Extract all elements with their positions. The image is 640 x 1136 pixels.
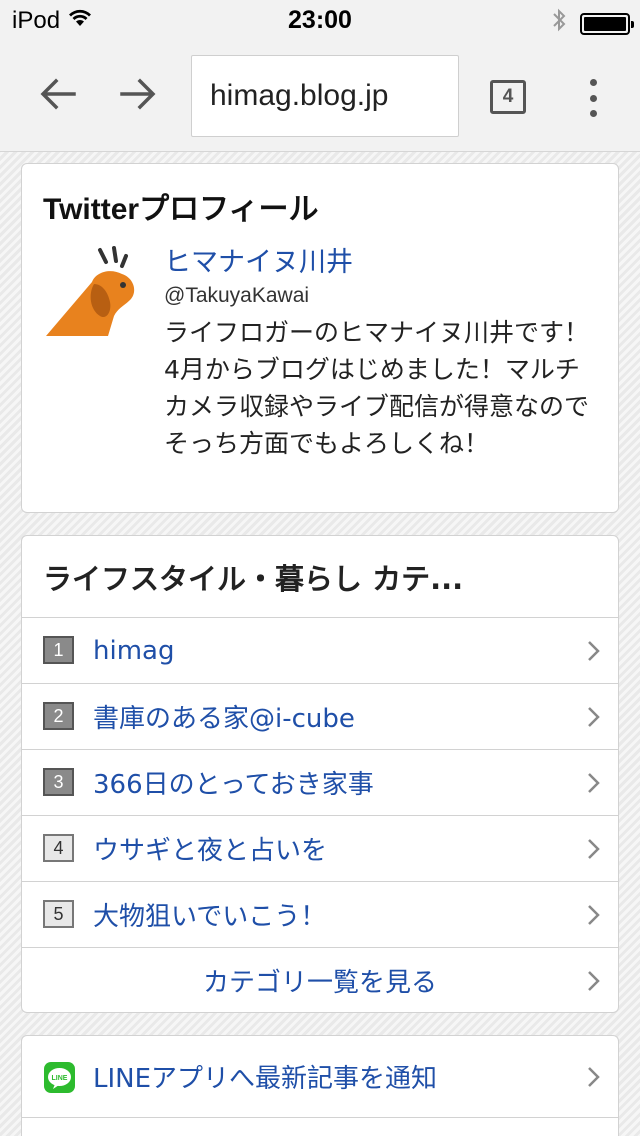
line-notify-label[interactable]: LINEアプリへ最新記事を通知 (93, 1058, 437, 1095)
line-notify-card: LINE LINEアプリへ最新記事を通知 (21, 1035, 619, 1136)
battery-icon (580, 12, 634, 35)
rank-badge: 2 (43, 702, 74, 730)
chevron-right-icon (588, 1067, 600, 1087)
more-vertical-icon[interactable] (580, 76, 606, 120)
ranking-item[interactable]: 4 ウサギと夜と占いを (22, 816, 618, 882)
clock: 23:00 (288, 6, 352, 34)
ranking-title: ライフスタイル・暮らし カテ... (22, 536, 618, 618)
line-app-icon: LINE (44, 1062, 75, 1093)
profile-card-title: Twitterプロフィール (43, 193, 319, 226)
dog-avatar-icon[interactable] (44, 242, 144, 342)
chevron-right-icon (588, 641, 600, 661)
line-icon-text: LINE (52, 1075, 68, 1082)
chevron-right-icon (588, 707, 600, 727)
status-right (552, 8, 634, 39)
ranking-item-label[interactable]: himag (93, 636, 174, 666)
arrow-left-icon[interactable] (36, 72, 80, 116)
category-ranking-card: ライフスタイル・暮らし カテ... 1 himag 2 書庫のある家@i-cub… (21, 535, 619, 1013)
chevron-right-icon (588, 773, 600, 793)
ranking-item[interactable]: 3 366日のとっておき家事 (22, 750, 618, 816)
rank-badge: 5 (43, 900, 74, 928)
ranking-item[interactable]: 1 himag (22, 618, 618, 684)
category-list-link[interactable]: カテゴリ一覧を見る (22, 948, 618, 1012)
ranking-item-label[interactable]: ウサギと夜と占いを (93, 830, 327, 867)
rank-badge: 4 (43, 834, 74, 862)
profile-handle: @TakuyaKawai (164, 284, 310, 307)
status-bar: iPod 23:00 (0, 0, 640, 40)
chevron-right-icon (588, 905, 600, 925)
ranking-item[interactable]: 5 大物狙いでいこう！ (22, 882, 618, 948)
ranking-item-label[interactable]: 書庫のある家@i-cube (93, 698, 355, 735)
chevron-right-icon (588, 971, 600, 991)
profile-name-link[interactable]: ヒマナイヌ川井 (164, 240, 353, 279)
rank-badge: 1 (43, 636, 74, 664)
browser-toolbar: himag.blog.jp 4 (0, 40, 640, 152)
line-notify-link[interactable]: LINE LINEアプリへ最新記事を通知 (22, 1036, 618, 1118)
chevron-right-icon (588, 839, 600, 859)
ranking-item-label[interactable]: 366日のとっておき家事 (93, 764, 374, 801)
rank-badge: 3 (43, 768, 74, 796)
ranking-item[interactable]: 2 書庫のある家@i-cube (22, 684, 618, 750)
arrow-right-icon[interactable] (116, 72, 160, 116)
twitter-profile-card: Twitterプロフィール ヒマナイヌ川井 @TakuyaKawai ライフロガ… (21, 163, 619, 513)
category-list-label[interactable]: カテゴリ一覧を見る (203, 962, 437, 999)
tab-switcher-button[interactable]: 4 (490, 80, 526, 114)
url-bar[interactable]: himag.blog.jp (191, 55, 459, 137)
ranking-item-label[interactable]: 大物狙いでいこう！ (93, 896, 326, 933)
url-text: himag.blog.jp (210, 79, 389, 112)
bluetooth-icon (552, 8, 566, 39)
tab-count: 4 (502, 86, 514, 107)
profile-bio: ライフロガーのヒマナイヌ川井です！4月からブログはじめました！マルチカメラ収録や… (164, 318, 590, 458)
